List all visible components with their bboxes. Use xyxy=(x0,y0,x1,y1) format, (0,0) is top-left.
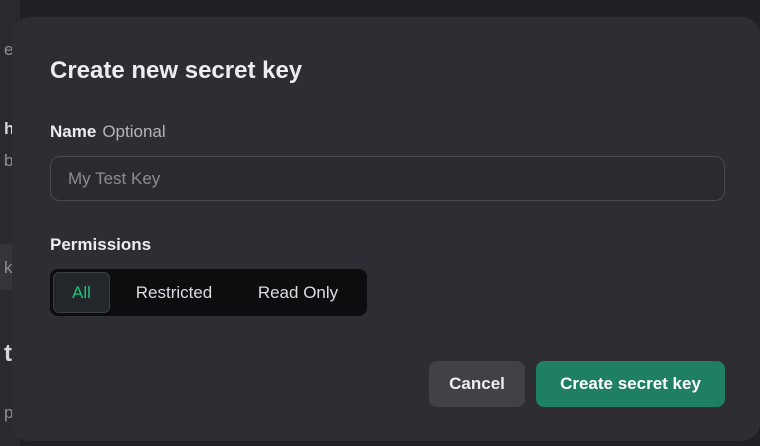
create-secret-key-dialog: Create new secret key Name Optional Permi… xyxy=(12,17,760,441)
cancel-button[interactable]: Cancel xyxy=(429,361,525,407)
dialog-title: Create new secret key xyxy=(50,57,303,84)
permissions-label: Permissions xyxy=(50,235,152,254)
permissions-segmented-control: All Restricted Read Only xyxy=(50,269,367,316)
create-secret-key-button[interactable]: Create secret key xyxy=(536,361,725,407)
permission-option-restricted[interactable]: Restricted xyxy=(110,272,238,313)
background-text-fragment: t xyxy=(4,340,12,367)
name-label: Name xyxy=(50,122,97,141)
optional-label: Optional xyxy=(102,122,166,141)
permission-option-read-only[interactable]: Read Only xyxy=(238,272,358,313)
permission-option-all[interactable]: All xyxy=(53,272,110,313)
key-name-input[interactable] xyxy=(50,156,725,201)
name-field-label-row: Name Optional xyxy=(50,122,166,142)
